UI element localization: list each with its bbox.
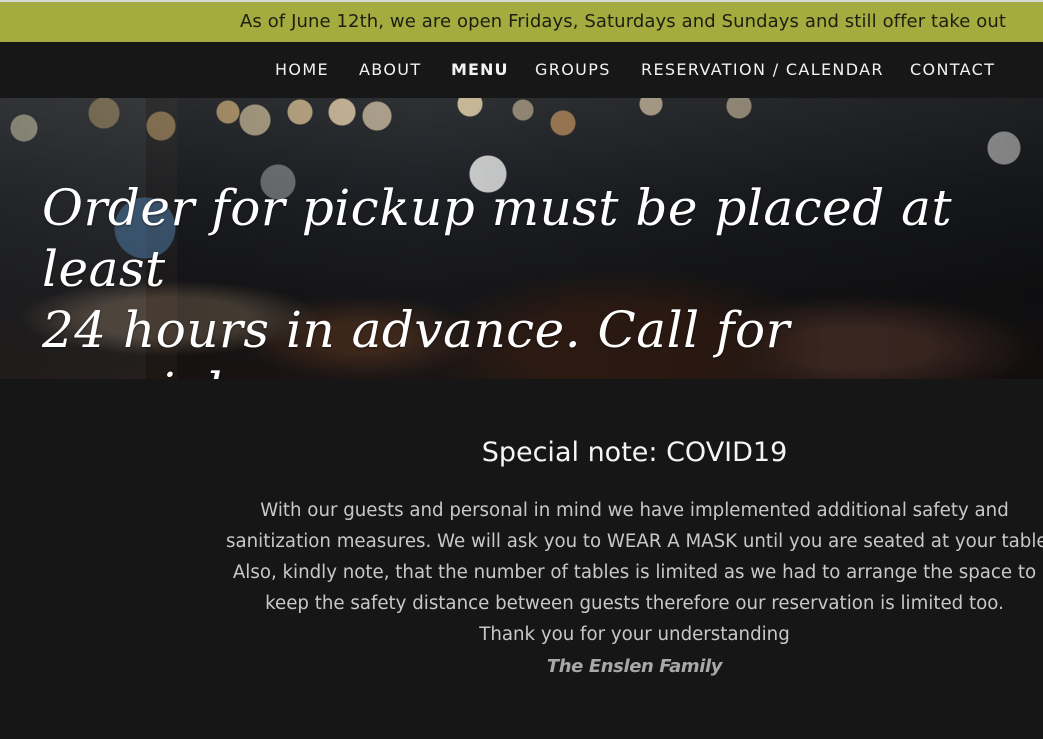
special-note-section: Special note: COVID19 With our guests an… <box>0 379 1043 739</box>
nav-home-link[interactable]: HOME <box>275 60 329 79</box>
nav-contact-link[interactable]: CONTACT <box>910 60 995 79</box>
special-note-line: With our guests and personal in mind we … <box>260 500 1009 521</box>
nav-reservation-calendar-link[interactable]: RESERVATION / CALENDAR <box>641 60 884 79</box>
main-navigation: HOME ABOUT MENU GROUPS RESERVATION / CAL… <box>0 42 1043 98</box>
nav-about-link[interactable]: ABOUT <box>359 60 421 79</box>
special-note-heading: Special note: COVID19 <box>481 437 788 468</box>
special-note-line: Thank you for your understanding <box>479 624 790 645</box>
pickup-hero-title: Order for pickup must be placed at least… <box>42 178 1012 379</box>
special-note-line: Also, kindly note, that the number of ta… <box>232 562 1037 583</box>
special-note-body: With our guests and personal in mind we … <box>226 495 1043 682</box>
family-signature: The Enslen Family <box>546 656 723 677</box>
hero-title-line-two: 24 hours in advance. Call for specials. <box>42 301 790 379</box>
special-note-line: keep the safety distance between guests … <box>265 593 1004 614</box>
announcement-bar: As of June 12th, we are open Fridays, Sa… <box>0 0 1043 42</box>
nav-groups-link[interactable]: GROUPS <box>535 60 611 79</box>
restaurant-menu-page: As of June 12th, we are open Fridays, Sa… <box>0 0 1043 739</box>
special-note-line: sanitization measures. We will ask you t… <box>226 531 1043 552</box>
pickup-hero-banner: Order for pickup must be placed at least… <box>0 98 1043 379</box>
announcement-text: As of June 12th, we are open Fridays, Sa… <box>239 11 1006 32</box>
hero-title-line-one: Order for pickup must be placed at least <box>42 179 953 298</box>
nav-menu-link[interactable]: MENU <box>451 60 509 79</box>
